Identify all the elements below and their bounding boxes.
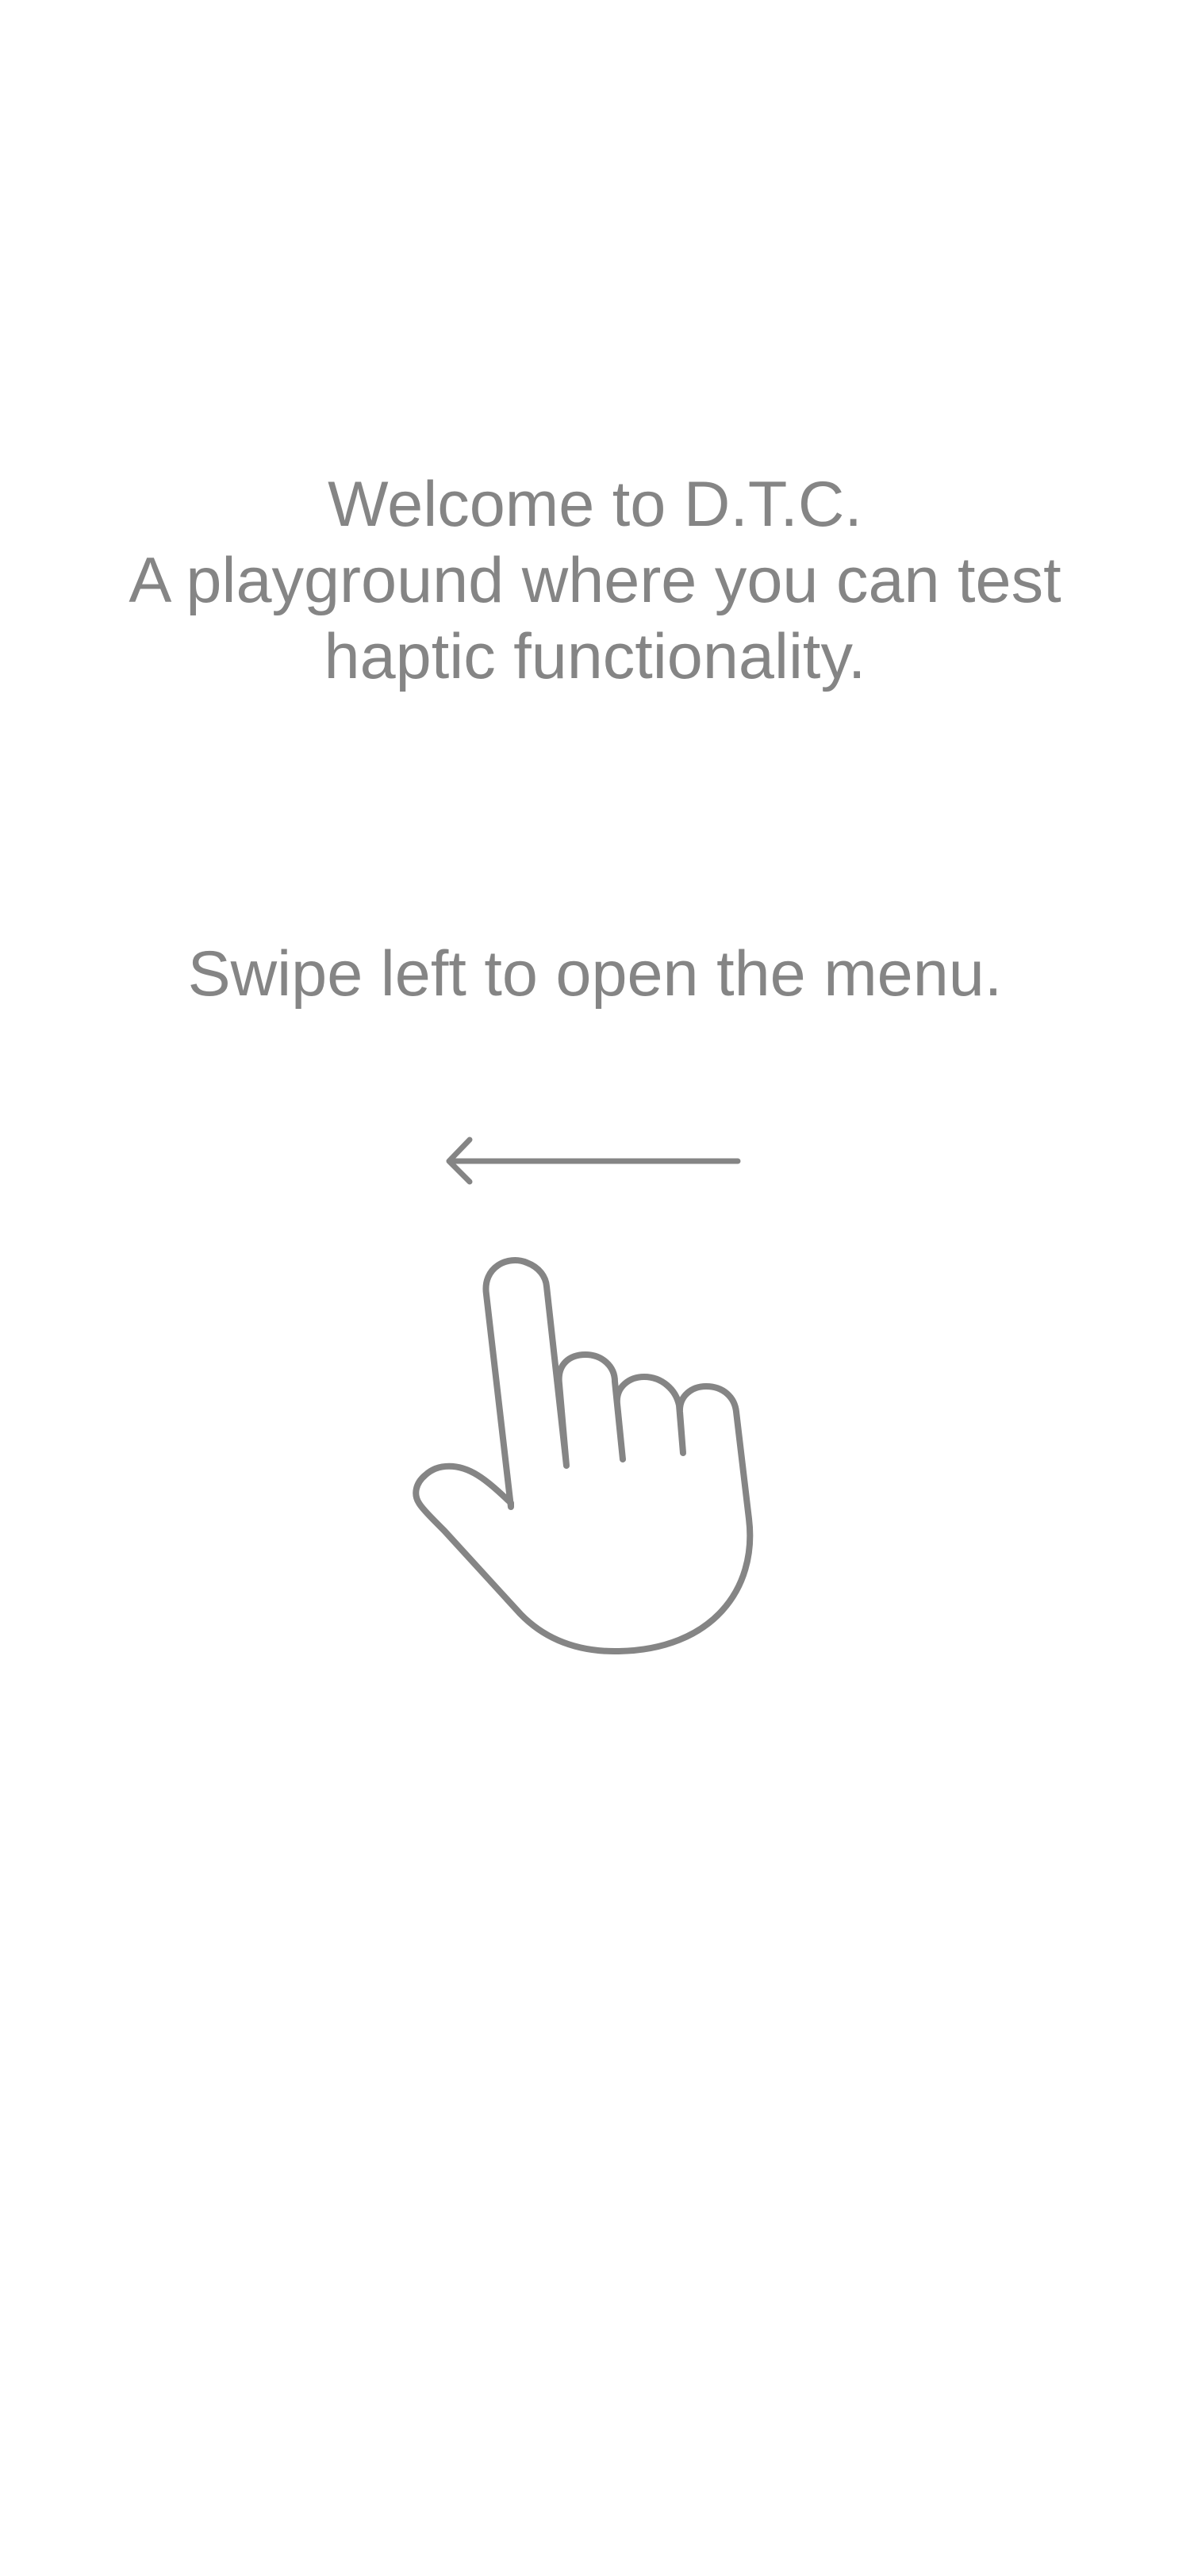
welcome-subtitle-line-2: haptic functionality. — [324, 621, 866, 692]
onboarding-screen[interactable]: Welcome to D.T.C. A playground where you… — [0, 0, 1190, 2576]
welcome-message: Welcome to D.T.C. A playground where you… — [0, 466, 1190, 695]
swipe-gesture-illustration — [413, 1137, 754, 1655]
arrow-left-icon — [446, 1137, 741, 1185]
pointing-hand-icon — [413, 1257, 754, 1655]
welcome-subtitle-line-1: A playground where you can test — [129, 545, 1061, 616]
welcome-title: Welcome to D.T.C. — [328, 469, 862, 540]
swipe-instruction: Swipe left to open the menu. — [187, 938, 1003, 1010]
